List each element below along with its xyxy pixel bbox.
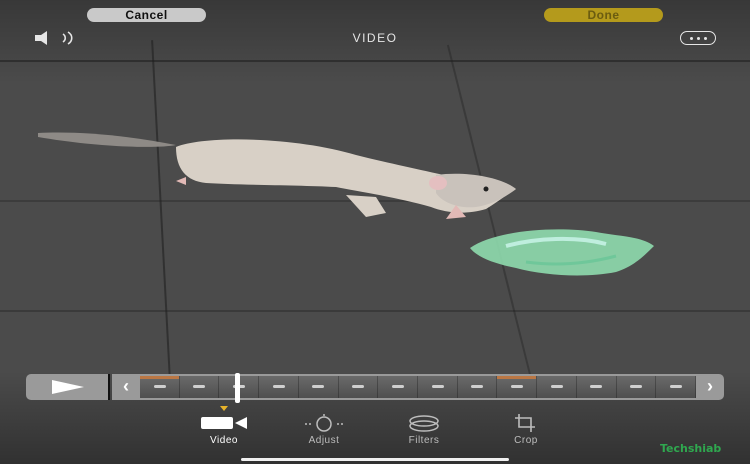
tab-label: Filters: [408, 435, 440, 446]
tab-video[interactable]: Video: [184, 406, 264, 446]
edit-toolbar: Video Adjust Filters Crop: [0, 406, 750, 452]
video-camera-icon: [201, 417, 247, 429]
cancel-button[interactable]: Cancel: [87, 8, 206, 22]
green-toy-image: [470, 229, 654, 276]
divider: [108, 374, 110, 400]
tab-filters[interactable]: Filters: [384, 412, 464, 446]
frame-thumbnail: [179, 376, 220, 398]
thumbnail-strip[interactable]: [140, 373, 697, 403]
video-scrubber[interactable]: ‹ ›: [26, 373, 724, 403]
play-icon: [52, 380, 84, 394]
frame-thumbnail: [140, 376, 180, 398]
top-bar: Cancel Done VIDEO: [0, 0, 750, 54]
ferret-image: [38, 132, 516, 219]
frame-thumbnail: [537, 376, 577, 398]
home-indicator[interactable]: [241, 458, 509, 461]
trim-end-handle[interactable]: ›: [696, 374, 724, 400]
floor-tile-line: [0, 310, 750, 312]
frame-thumbnail: [576, 376, 617, 398]
frame-thumbnail: [259, 376, 299, 398]
playhead[interactable]: [235, 373, 240, 403]
tab-label: Crop: [514, 435, 538, 446]
frame-thumbnail: [298, 376, 339, 398]
frame-thumbnail: [378, 376, 419, 398]
frame-thumbnail: [616, 376, 657, 398]
play-button[interactable]: [26, 374, 108, 400]
tab-crop[interactable]: Crop: [486, 412, 566, 446]
mode-title: VIDEO: [352, 31, 398, 45]
watermark: Techshiab: [660, 442, 722, 455]
crop-icon: [515, 414, 535, 432]
frame-thumbnail: [656, 376, 697, 398]
frame-thumbnail: [457, 376, 498, 398]
frame-thumbnail: [418, 376, 458, 398]
done-button[interactable]: Done: [544, 8, 663, 22]
adjust-dial-icon: [305, 414, 343, 432]
ellipsis-circle-icon[interactable]: [680, 31, 716, 45]
trim-start-handle[interactable]: ‹: [112, 374, 140, 400]
tab-label: Adjust: [308, 435, 340, 446]
frame-thumbnail: [497, 376, 538, 398]
frame-thumbnail: [338, 376, 379, 398]
tab-label: Video: [210, 435, 238, 446]
selected-indicator: [220, 406, 228, 411]
tab-adjust[interactable]: Adjust: [284, 412, 364, 446]
floor-tile-line: [0, 60, 750, 62]
filters-icon: [409, 415, 439, 432]
